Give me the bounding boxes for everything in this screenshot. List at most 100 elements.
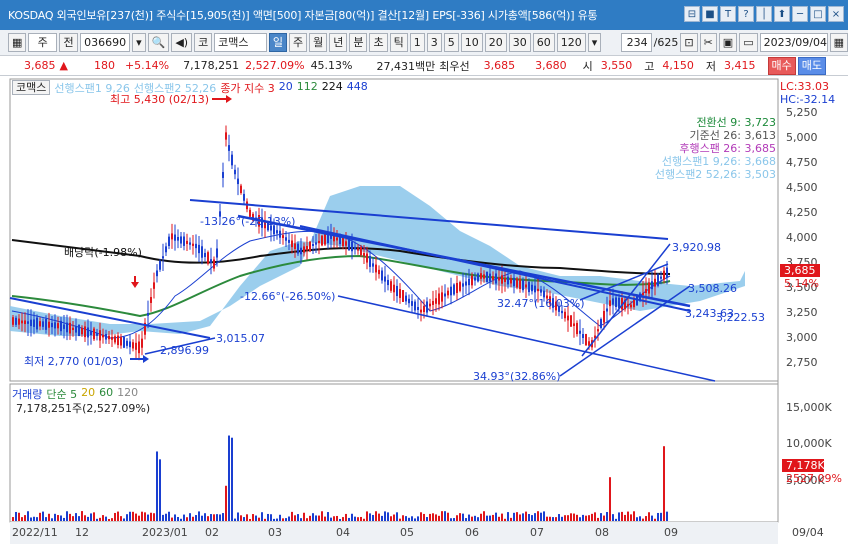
- chart-stock-tab[interactable]: 코맥스: [12, 80, 51, 95]
- calendar-icon[interactable]: ▦: [829, 33, 848, 52]
- period-tick-button[interactable]: 틱: [389, 33, 408, 52]
- volume-bar: [249, 518, 251, 521]
- interval-3-button[interactable]: 3: [426, 33, 442, 52]
- volume-bar: [273, 518, 275, 521]
- candle: [582, 334, 584, 338]
- volume-bar: [183, 514, 185, 521]
- mode-button[interactable]: 전: [58, 33, 79, 52]
- candle: [156, 270, 158, 277]
- period-daily-button[interactable]: 일: [268, 33, 287, 52]
- dropdown-icon[interactable]: ▾: [132, 33, 146, 52]
- candle: [360, 246, 362, 256]
- chart-settings-icon[interactable]: ⊡: [680, 33, 698, 52]
- scissors-icon[interactable]: ✂: [699, 33, 717, 52]
- candle: [378, 269, 380, 275]
- pin-icon[interactable]: ⬆: [774, 6, 790, 22]
- speaker-icon[interactable]: ◀): [171, 33, 193, 52]
- candle: [489, 273, 491, 282]
- volume-bar: [633, 511, 635, 521]
- volume-bar: [54, 513, 56, 521]
- volume-bar: [528, 514, 530, 521]
- candle: [300, 247, 302, 255]
- period-weekly-button[interactable]: 주: [288, 33, 308, 52]
- text-icon[interactable]: T: [720, 6, 736, 22]
- volume-bar: [336, 515, 338, 521]
- type-select[interactable]: 주: [28, 33, 57, 52]
- period-second-button[interactable]: 초: [369, 33, 388, 52]
- volume-bar: [399, 518, 401, 521]
- square-icon[interactable]: ■: [702, 6, 718, 22]
- x-label: 02: [205, 526, 219, 539]
- window-titlebar: KOSDAQ 외국인보유[237(천)] 주식수[15,905(천)] 액면[5…: [0, 0, 848, 30]
- interval-1-button[interactable]: 1: [409, 33, 425, 52]
- volume-bar: [483, 511, 485, 521]
- candle: [528, 281, 530, 293]
- volume-bar: [84, 515, 86, 521]
- interval-10-button[interactable]: 10: [460, 33, 483, 52]
- panel-icon[interactable]: ⊟: [684, 6, 700, 22]
- interval-30-button[interactable]: 30: [508, 33, 531, 52]
- current-price: 3,685: [24, 59, 56, 72]
- candle: [102, 334, 104, 338]
- candle: [540, 289, 542, 293]
- minimize-icon[interactable]: ─: [792, 6, 808, 22]
- candle: [15, 317, 17, 325]
- options-dropdown-icon[interactable]: ▾: [587, 33, 602, 52]
- candle: [114, 336, 116, 343]
- volume-bar: [213, 514, 215, 521]
- volume-bar: [291, 511, 293, 521]
- interval-5-button[interactable]: 5: [443, 33, 459, 52]
- candle: [615, 297, 617, 308]
- date-input[interactable]: 2023/09/04: [759, 33, 828, 52]
- volume-bar: [21, 517, 23, 521]
- candle: [207, 252, 209, 264]
- buy-button[interactable]: 매수: [767, 56, 796, 75]
- candle: [612, 298, 614, 305]
- volume-bar: [432, 513, 434, 521]
- volume-bar: [465, 518, 467, 521]
- candle: [645, 288, 647, 294]
- volume-bar: [27, 511, 29, 521]
- chart-area[interactable]: 5,250 5,000 4,750 4,500 4,250 4,000 3,75…: [0, 76, 848, 544]
- volume-bar: [660, 512, 662, 521]
- volume-bar: [651, 515, 653, 521]
- volume-bar: [453, 518, 455, 521]
- chart-toolbar: ▦ 주 전 036690 ▾ 🔍 ◀) 코 코맥스 일 주 월 년 분 초 틱 …: [0, 30, 848, 56]
- interval-120-button[interactable]: 120: [556, 33, 586, 52]
- interval-60-button[interactable]: 60: [532, 33, 555, 52]
- page-count-input[interactable]: 234: [621, 33, 652, 52]
- vol-y-tick: 10,000K: [786, 437, 832, 450]
- volume-bar: [210, 514, 212, 521]
- save-icon[interactable]: ▣: [718, 33, 738, 52]
- volume-bar: [369, 513, 371, 521]
- volume-bar: [51, 518, 53, 521]
- candle: [657, 274, 659, 286]
- grid-icon[interactable]: ▦: [8, 33, 27, 52]
- candle: [519, 279, 521, 289]
- period-minute-button[interactable]: 분: [349, 33, 368, 52]
- candle: [654, 278, 656, 287]
- volume-bar: [540, 512, 542, 521]
- candle: [345, 241, 347, 246]
- interval-20-button[interactable]: 20: [484, 33, 507, 52]
- close-icon[interactable]: ×: [828, 6, 844, 22]
- volume-bar: [156, 451, 158, 521]
- stock-code-input[interactable]: 036690: [80, 33, 131, 52]
- sell-button[interactable]: 매도: [797, 56, 826, 75]
- candle: [21, 320, 23, 324]
- candle: [609, 300, 611, 307]
- help-icon[interactable]: ?: [738, 6, 754, 22]
- period-yearly-button[interactable]: 년: [329, 33, 348, 52]
- trade-amount: 27,431백만: [376, 59, 436, 73]
- candle: [222, 172, 224, 178]
- volume-bar: [627, 511, 629, 521]
- search-icon[interactable]: 🔍: [147, 33, 170, 52]
- zoom-icon[interactable]: ▭: [739, 33, 758, 52]
- divider-icon: │: [756, 6, 772, 22]
- candle: [198, 244, 200, 254]
- angle-annotation-2: -12.66°(-26.50%): [240, 290, 335, 303]
- maximize-icon[interactable]: □: [810, 6, 826, 22]
- volume-bar: [174, 514, 176, 521]
- volume-bar: [420, 512, 422, 521]
- period-monthly-button[interactable]: 월: [309, 33, 328, 52]
